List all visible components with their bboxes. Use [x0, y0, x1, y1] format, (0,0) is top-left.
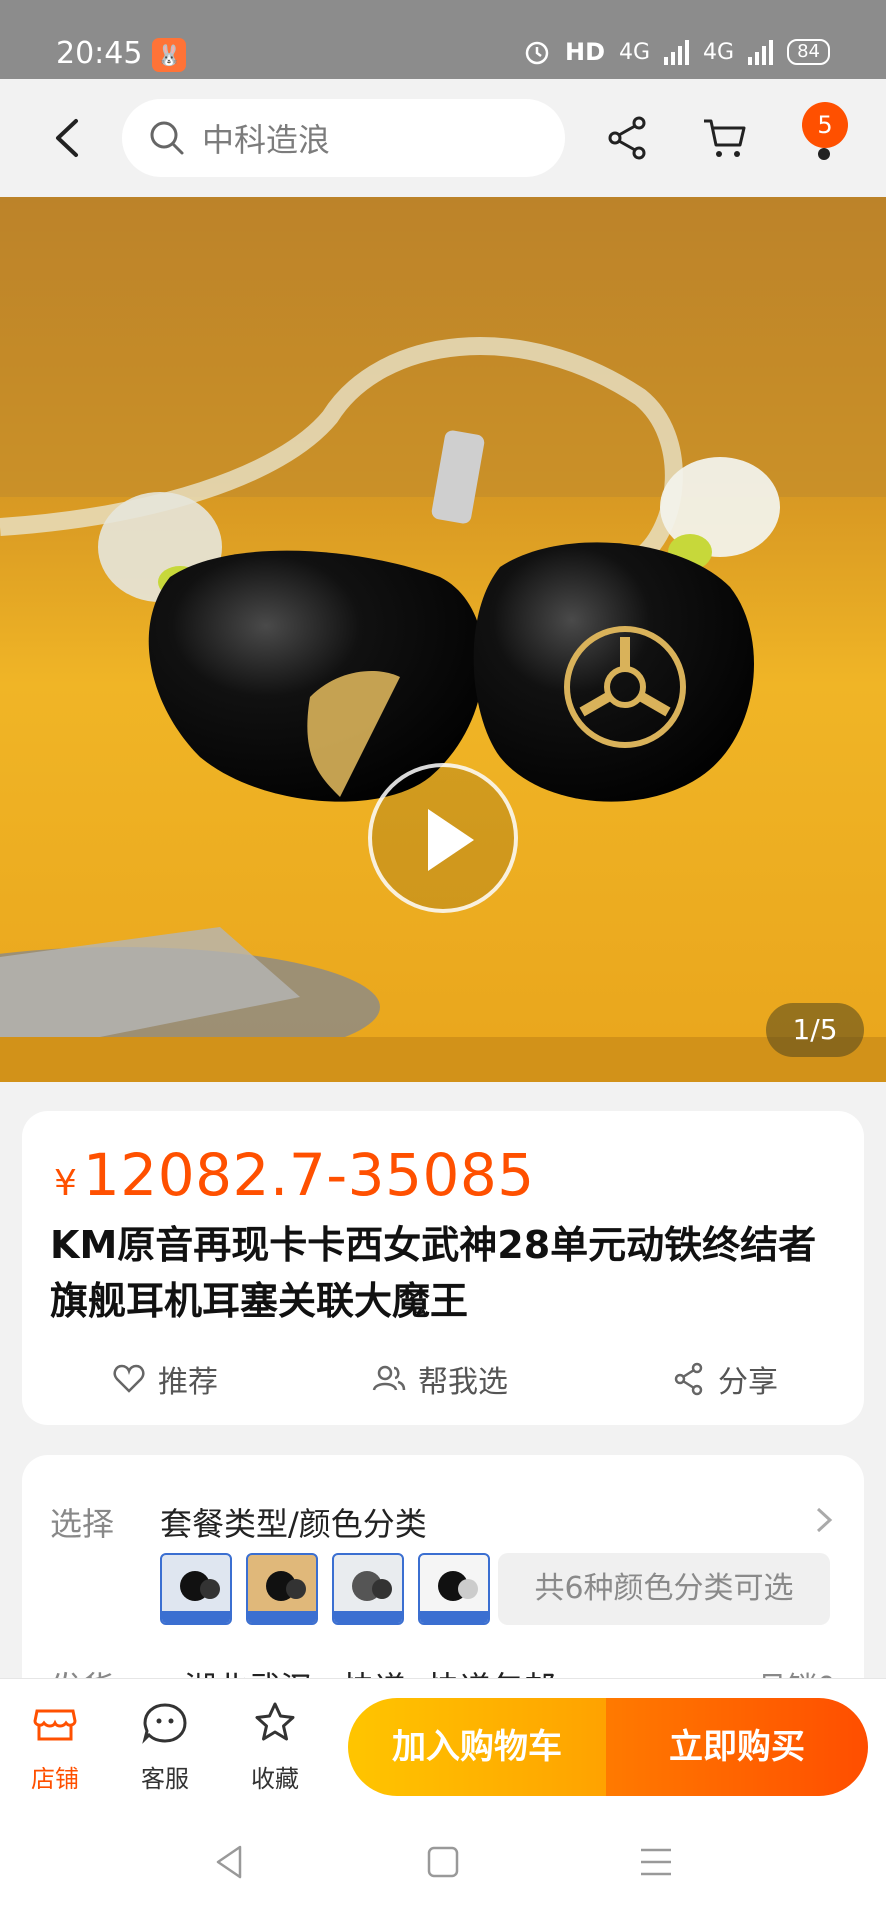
- product-actions: 推荐 帮我选 分享: [22, 1357, 864, 1413]
- image-counter: 1/5: [766, 1003, 864, 1057]
- buy-now-button[interactable]: 立即购买: [606, 1698, 868, 1796]
- status-bar: 20:45 🐰 HD 4G 4G 84: [0, 0, 886, 79]
- battery-icon: 84: [787, 39, 830, 65]
- cart-icon[interactable]: [700, 113, 750, 163]
- system-nav-bar: [0, 1808, 886, 1920]
- top-nav: 中科造浪 5: [0, 79, 886, 197]
- help-choose-label: 帮我选: [418, 1365, 508, 1400]
- product-title: KM原音再现卡卡西女武神28单元动铁终结者旗舰耳机耳塞关联大魔王: [50, 1223, 817, 1323]
- video-play-button[interactable]: [368, 763, 518, 913]
- share-icon: [674, 1362, 703, 1396]
- hd-indicator: HD: [564, 38, 605, 66]
- app-notification-icon: 🐰: [152, 38, 186, 72]
- system-back-icon[interactable]: [210, 1842, 250, 1882]
- status-time: 20:45: [56, 36, 143, 71]
- service-label: 客服: [141, 1765, 189, 1793]
- recommend-label: 推荐: [158, 1365, 218, 1400]
- chat-face-icon: [142, 1703, 187, 1744]
- people-icon: [372, 1365, 406, 1391]
- price-value: 12082.7-35085: [82, 1141, 535, 1209]
- alarm-icon: [525, 41, 549, 65]
- store-icon: [33, 1709, 77, 1741]
- select-value[interactable]: 套餐类型/颜色分类: [160, 1499, 427, 1545]
- product-image: [0, 197, 886, 1082]
- product-page: 20:45 🐰 HD 4G 4G 84 中科造浪 5 1/5 ¥ 12082.7…: [0, 0, 886, 1920]
- bottom-action-bar: 店铺 客服 收藏 加入购物车 立即购买: [0, 1678, 886, 1808]
- network-4g-1: 4G: [619, 39, 651, 65]
- variant-thumbnails: [160, 1553, 490, 1625]
- heart-icon: [113, 1364, 145, 1393]
- favorite-button[interactable]: 收藏: [230, 1699, 320, 1794]
- system-menu-icon[interactable]: [636, 1842, 676, 1882]
- product-gallery[interactable]: 1/5: [0, 197, 886, 1082]
- status-icons: HD 4G 4G 84: [523, 38, 830, 66]
- share-label: 分享: [718, 1365, 778, 1400]
- store-button[interactable]: 店铺: [10, 1699, 100, 1794]
- product-info-card: ¥ 12082.7-35085 KM原音再现卡卡西女武神28单元动铁终结者旗舰耳…: [22, 1111, 864, 1425]
- back-icon[interactable]: [42, 111, 96, 165]
- search-placeholder: 中科造浪: [202, 121, 331, 159]
- share-button[interactable]: 分享: [672, 1357, 778, 1401]
- select-label: 选择: [50, 1505, 115, 1543]
- currency-symbol: ¥: [54, 1163, 77, 1204]
- variant-thumbnail[interactable]: [160, 1553, 232, 1625]
- chevron-right-icon[interactable]: [812, 1505, 836, 1535]
- store-label: 店铺: [31, 1765, 79, 1793]
- variant-thumbnail[interactable]: [418, 1553, 490, 1625]
- signal-icon-1: [664, 39, 690, 65]
- search-input[interactable]: 中科造浪: [122, 99, 565, 177]
- network-4g-2: 4G: [703, 39, 735, 65]
- more-colors-button[interactable]: 共6种颜色分类可选: [498, 1553, 830, 1625]
- star-icon: [255, 1702, 295, 1741]
- share-icon[interactable]: [603, 113, 653, 163]
- variant-thumbnail[interactable]: [246, 1553, 318, 1625]
- signal-icon-2: [748, 39, 774, 65]
- service-button[interactable]: 客服: [120, 1699, 210, 1794]
- recommend-button[interactable]: 推荐: [112, 1357, 218, 1401]
- add-to-cart-button[interactable]: 加入购物车: [348, 1698, 606, 1796]
- more-dot-icon[interactable]: [818, 148, 830, 160]
- cart-count-badge[interactable]: 5: [802, 102, 848, 148]
- help-choose-button[interactable]: 帮我选: [372, 1357, 508, 1401]
- system-home-icon[interactable]: [423, 1842, 463, 1882]
- search-icon: [150, 121, 184, 155]
- variant-thumbnail[interactable]: [332, 1553, 404, 1625]
- price: ¥ 12082.7-35085: [54, 1141, 535, 1209]
- favorite-label: 收藏: [251, 1765, 299, 1793]
